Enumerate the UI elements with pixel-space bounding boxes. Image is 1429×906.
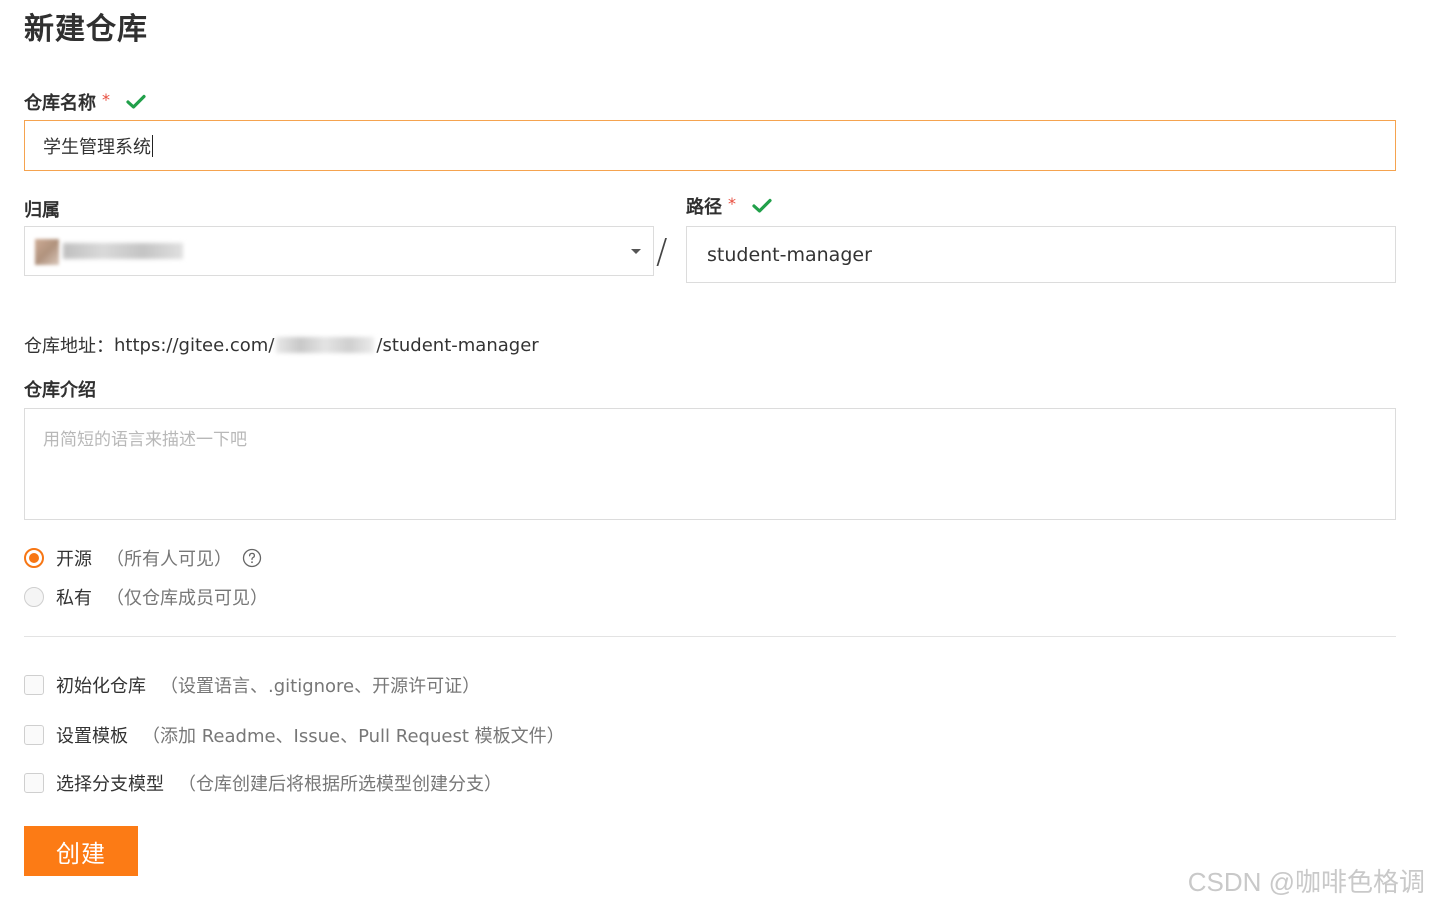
checkbox-hint: （设置语言、.gitignore、开源许可证） — [160, 676, 481, 697]
caret-down-icon — [631, 249, 641, 254]
radio-label: 开源 — [56, 549, 92, 570]
visibility-option-private[interactable]: 私有 （仅仓库成员可见） — [24, 584, 268, 610]
page-title: 新建仓库 — [24, 12, 148, 47]
check-icon — [752, 198, 772, 214]
repo-name-label-row: 仓库名称 * — [24, 89, 146, 115]
checkbox[interactable] — [24, 773, 44, 793]
branch-model-option[interactable]: 选择分支模型 （仓库创建后将根据所选模型创建分支） — [24, 770, 502, 796]
path-label-row: 路径 * — [686, 193, 772, 219]
checkbox[interactable] — [24, 725, 44, 745]
new-repo-page: 新建仓库 仓库名称 * 学生管理系统 归属 / 路径 * student-man… — [0, 0, 1429, 906]
repo-name-label: 仓库名称 — [24, 93, 96, 114]
radio-button[interactable] — [24, 587, 44, 607]
path-input[interactable]: student-manager — [686, 226, 1396, 283]
radio-label: 私有 — [56, 588, 92, 609]
owner-label-row: 归属 — [24, 196, 60, 222]
radio-hint: （所有人可见） — [106, 549, 232, 570]
watermark: CSDN @咖啡色格调 — [1187, 867, 1425, 897]
description-label: 仓库介绍 — [24, 380, 96, 401]
repo-url-suffix: /student-manager — [376, 334, 539, 356]
template-option[interactable]: 设置模板 （添加 Readme、Issue、Pull Request 模板文件） — [24, 722, 565, 748]
avatar — [35, 239, 59, 265]
description-textarea[interactable]: 用简短的语言来描述一下吧 — [24, 408, 1396, 520]
text-caret — [152, 134, 153, 157]
checkbox[interactable] — [24, 675, 44, 695]
checkbox-label: 初始化仓库 — [56, 676, 146, 697]
repo-url-prefix: https://gitee.com/ — [114, 334, 275, 356]
path-separator: / — [656, 232, 668, 272]
divider — [24, 636, 1396, 637]
check-icon — [126, 94, 146, 110]
path-label: 路径 — [686, 197, 722, 218]
repo-name-value: 学生管理系统 — [43, 136, 151, 158]
checkbox-label: 选择分支模型 — [56, 774, 164, 795]
description-label-row: 仓库介绍 — [24, 376, 96, 402]
checkbox-label: 设置模板 — [56, 726, 128, 747]
visibility-option-public[interactable]: 开源 （所有人可见） — [24, 545, 262, 571]
checkbox-hint: （仓库创建后将根据所选模型创建分支） — [178, 774, 502, 795]
repo-url-owner-redacted — [276, 337, 375, 353]
required-mark: * — [102, 89, 110, 109]
repo-url-label: 仓库地址： — [24, 336, 114, 357]
description-placeholder: 用简短的语言来描述一下吧 — [43, 430, 247, 450]
path-value: student-manager — [707, 243, 872, 266]
repo-url: 仓库地址： https://gitee.com/ /student-manage… — [24, 332, 539, 358]
owner-name-redacted — [63, 243, 183, 259]
create-button[interactable]: 创建 — [24, 826, 138, 876]
owner-label: 归属 — [24, 200, 60, 221]
radio-hint: （仅仓库成员可见） — [106, 588, 268, 609]
radio-button[interactable] — [24, 548, 44, 568]
init-repo-option[interactable]: 初始化仓库 （设置语言、.gitignore、开源许可证） — [24, 672, 480, 698]
required-mark: * — [728, 193, 736, 213]
question-circle-icon[interactable] — [242, 548, 262, 568]
checkbox-hint: （添加 Readme、Issue、Pull Request 模板文件） — [142, 726, 565, 747]
owner-select[interactable] — [24, 226, 654, 276]
repo-name-input[interactable]: 学生管理系统 — [24, 120, 1396, 171]
